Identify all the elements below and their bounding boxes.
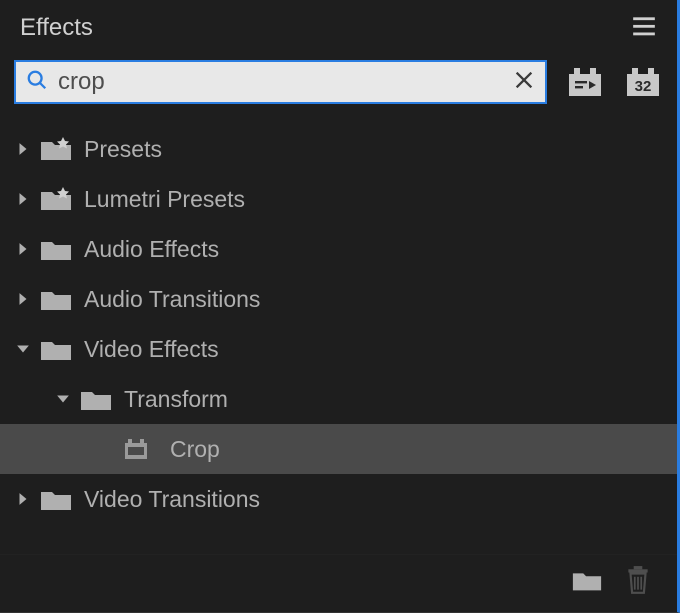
tree-item-label: Video Effects [84, 336, 219, 363]
panel-menu-button[interactable] [631, 15, 657, 42]
tree-item-label: Audio Transitions [84, 286, 260, 313]
chevron-down-icon [12, 342, 34, 356]
tree-item-transform[interactable]: Transform [0, 374, 677, 424]
tree-item-video-transitions[interactable]: Video Transitions [0, 474, 677, 524]
delete-button[interactable] [625, 565, 651, 600]
panel-title: Effects [20, 14, 93, 42]
folder-star-icon [34, 136, 78, 162]
chevron-right-icon [12, 292, 34, 306]
calendar-32-button[interactable]: 32 [623, 64, 663, 100]
chevron-right-icon [12, 142, 34, 156]
chevron-right-icon [12, 192, 34, 206]
new-bin-button[interactable] [571, 567, 603, 598]
tree-item-label: Crop [170, 436, 220, 463]
animation-preset-button[interactable] [565, 64, 605, 100]
search-row: 32 [0, 60, 677, 118]
folder-icon [34, 286, 78, 312]
effects-tree: Presets Lumetri Presets Audio Effects [0, 118, 677, 554]
tree-item-crop[interactable]: Crop [0, 424, 677, 474]
folder-icon [74, 386, 118, 412]
tree-item-lumetri-presets[interactable]: Lumetri Presets [0, 174, 677, 224]
tree-item-label: Presets [84, 136, 162, 163]
chevron-right-icon [12, 242, 34, 256]
tree-item-label: Audio Effects [84, 236, 219, 263]
folder-icon [34, 486, 78, 512]
search-input[interactable] [58, 68, 513, 96]
clear-search-button[interactable] [513, 69, 535, 96]
search-box[interactable] [14, 60, 547, 104]
effects-panel: Effects [0, 0, 680, 613]
folder-star-icon [34, 186, 78, 212]
folder-icon [34, 236, 78, 262]
folder-icon [34, 336, 78, 362]
tree-item-audio-transitions[interactable]: Audio Transitions [0, 274, 677, 324]
panel-header: Effects [0, 0, 677, 60]
effect-icon [108, 437, 164, 461]
tree-item-label: Transform [124, 386, 228, 413]
tree-item-label: Video Transitions [84, 486, 260, 513]
tree-item-audio-effects[interactable]: Audio Effects [0, 224, 677, 274]
chevron-down-icon [52, 392, 74, 406]
svg-text:32: 32 [635, 78, 652, 95]
tree-item-presets[interactable]: Presets [0, 124, 677, 174]
tree-item-video-effects[interactable]: Video Effects [0, 324, 677, 374]
panel-footer [0, 554, 677, 612]
chevron-right-icon [12, 492, 34, 506]
tree-item-label: Lumetri Presets [84, 186, 245, 213]
search-icon [26, 69, 48, 96]
